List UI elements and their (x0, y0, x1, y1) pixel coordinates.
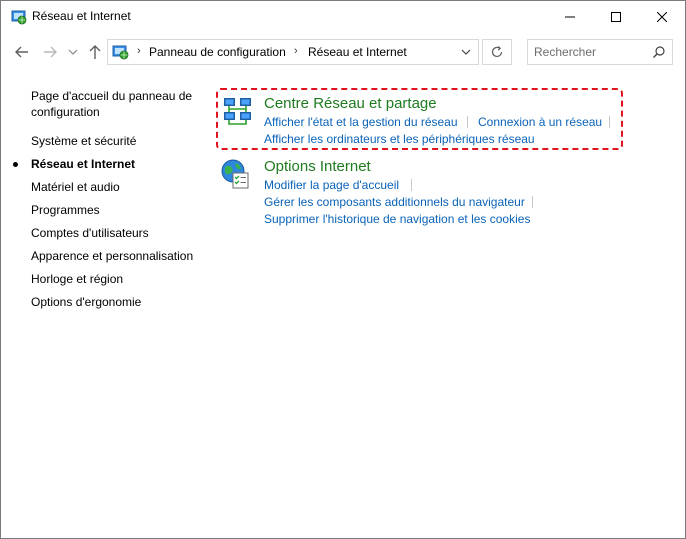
view-network-status-link[interactable]: Afficher l'état et la gestion du réseau (264, 115, 458, 129)
forward-button[interactable] (39, 41, 61, 63)
network-globe-icon (112, 44, 129, 60)
address-bar[interactable]: › Panneau de configuration › Réseau et I… (107, 39, 479, 65)
network-sharing-center-title[interactable]: Centre Réseau et partage (264, 95, 437, 112)
recent-locations-button[interactable] (65, 41, 81, 63)
delete-browsing-history-link[interactable]: Supprimer l'historique de navigation et … (264, 212, 530, 226)
internet-options-title[interactable]: Options Internet (264, 158, 371, 175)
control-panel-window: Réseau et Internet › Panneau de configur… (0, 0, 686, 539)
breadcrumb-separator[interactable]: › (137, 45, 141, 57)
nav-item-appearance[interactable]: Apparence et personnalisation (31, 249, 193, 263)
nav-item-network-internet[interactable]: Réseau et Internet (13, 157, 136, 171)
chevron-down-icon (461, 49, 471, 55)
close-icon (657, 11, 667, 22)
nav-item-user-accounts[interactable]: Comptes d'utilisateurs (31, 226, 149, 240)
nav-item-system-security[interactable]: Système et sécurité (31, 134, 136, 148)
nav-item-label: Réseau et Internet (31, 157, 136, 171)
chevron-down-icon (68, 49, 78, 55)
maximize-icon (611, 11, 621, 22)
refresh-icon (491, 46, 503, 58)
breadcrumb-control-panel[interactable]: Panneau de configuration (149, 45, 286, 59)
active-bullet (13, 162, 18, 167)
search-icon[interactable] (652, 45, 666, 59)
arrow-up-icon (89, 45, 101, 59)
change-home-page-link[interactable]: Modifier la page d'accueil (264, 178, 399, 192)
nav-item-programs[interactable]: Programmes (31, 203, 100, 217)
connect-to-network-link[interactable]: Connexion à un réseau (478, 115, 602, 129)
network-globe-icon (11, 9, 27, 25)
up-button[interactable] (85, 41, 105, 63)
minimize-icon (565, 16, 575, 17)
link-separator (532, 196, 533, 208)
link-separator (467, 116, 468, 128)
search-input[interactable] (534, 44, 644, 60)
address-history-button[interactable] (458, 44, 474, 60)
link-separator (411, 179, 412, 191)
minimize-button[interactable] (547, 1, 593, 32)
breadcrumb-separator[interactable]: › (294, 45, 298, 57)
close-button[interactable] (639, 1, 685, 32)
refresh-button[interactable] (482, 39, 512, 65)
network-sharing-icon[interactable] (222, 95, 254, 127)
breadcrumb-network-internet[interactable]: Réseau et Internet (308, 45, 407, 59)
arrow-left-icon (15, 46, 28, 58)
nav-item-ease-of-access[interactable]: Options d'ergonomie (31, 295, 141, 309)
view-network-computers-link[interactable]: Afficher les ordinateurs et les périphér… (264, 132, 535, 146)
link-separator (609, 116, 610, 128)
search-box[interactable] (527, 39, 673, 65)
nav-item-clock-region[interactable]: Horloge et région (31, 272, 123, 286)
control-panel-home-link[interactable]: Page d'accueil du panneau de configurati… (31, 88, 206, 120)
internet-options-icon[interactable] (220, 158, 252, 190)
title-bar[interactable]: Réseau et Internet (1, 1, 685, 32)
back-button[interactable] (11, 41, 33, 63)
manage-addons-link[interactable]: Gérer les composants additionnels du nav… (264, 195, 525, 209)
window-title: Réseau et Internet (32, 9, 131, 23)
arrow-right-icon (44, 46, 57, 58)
maximize-button[interactable] (593, 1, 639, 32)
nav-item-hardware-sound[interactable]: Matériel et audio (31, 180, 120, 194)
